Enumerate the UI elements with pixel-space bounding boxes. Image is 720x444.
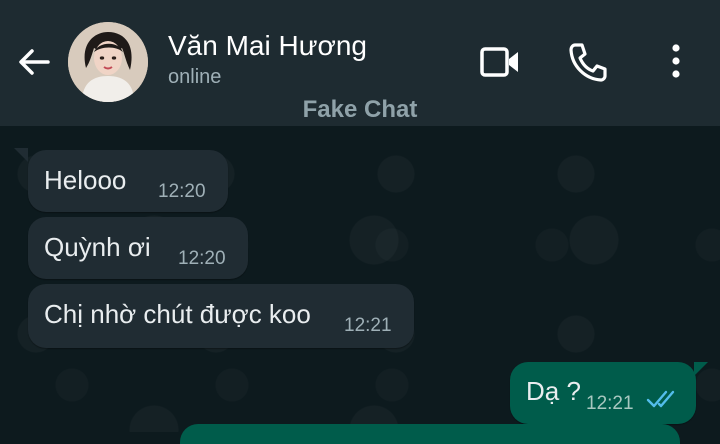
- message-time: 12:21: [344, 315, 392, 336]
- bubble-tail: [14, 148, 28, 162]
- message-bubble-outgoing[interactable]: Dạ ? 12:21: [510, 362, 696, 424]
- message-text: Dạ ?: [526, 376, 581, 406]
- message-bubble-incoming[interactable]: Quỳnh ơi 12:20: [28, 217, 248, 279]
- message-time: 12:20: [158, 181, 206, 202]
- message-bubble-incoming[interactable]: Helooo 12:20: [28, 150, 228, 212]
- avatar[interactable]: [68, 22, 148, 102]
- arrow-left-icon[interactable]: [14, 42, 54, 82]
- video-camera-icon[interactable]: [478, 40, 522, 84]
- more-vertical-icon[interactable]: [654, 40, 698, 84]
- message-text: Chị nhờ chút được koo: [44, 299, 311, 329]
- message-bubble-incoming[interactable]: Chị nhờ chút được koo 12:21: [28, 284, 414, 348]
- message-text: Helooo: [44, 165, 127, 195]
- bubble-tail: [694, 362, 708, 376]
- message-bubble-outgoing-partial[interactable]: [180, 424, 680, 444]
- phone-icon[interactable]: [566, 40, 610, 84]
- message-text: Quỳnh ơi: [44, 232, 151, 262]
- message-time: 12:21: [586, 393, 634, 414]
- contact-name[interactable]: Văn Mai Hương: [168, 30, 367, 62]
- double-check-icon: [646, 390, 675, 408]
- message-time: 12:20: [178, 248, 226, 269]
- contact-status: online: [168, 66, 222, 88]
- app-title-watermark: Fake Chat: [302, 96, 418, 123]
